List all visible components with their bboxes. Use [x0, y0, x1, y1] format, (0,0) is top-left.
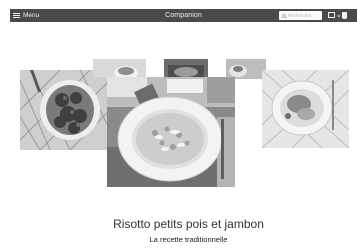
risotto-photo: [107, 77, 235, 187]
fish-dish-photo: [262, 70, 349, 148]
potatoes-photo: [20, 70, 110, 150]
carousel-photo-top-1[interactable]: [93, 59, 146, 77]
carousel-photo-left[interactable]: [20, 70, 110, 150]
carousel-photo-main[interactable]: [107, 77, 235, 187]
cup-photo: [226, 59, 266, 79]
dish-photo: [164, 59, 208, 79]
recipe-carousel[interactable]: [0, 0, 357, 252]
recipe-title: Risotto petits pois et jambon: [113, 217, 264, 231]
carousel-photo-top-3[interactable]: [226, 59, 266, 79]
carousel-photo-top-2[interactable]: [164, 59, 208, 79]
bowl-photo: [93, 59, 146, 77]
recipe-subtitle: La recette traditionnelle: [149, 235, 228, 244]
carousel-photo-right[interactable]: [262, 70, 349, 148]
